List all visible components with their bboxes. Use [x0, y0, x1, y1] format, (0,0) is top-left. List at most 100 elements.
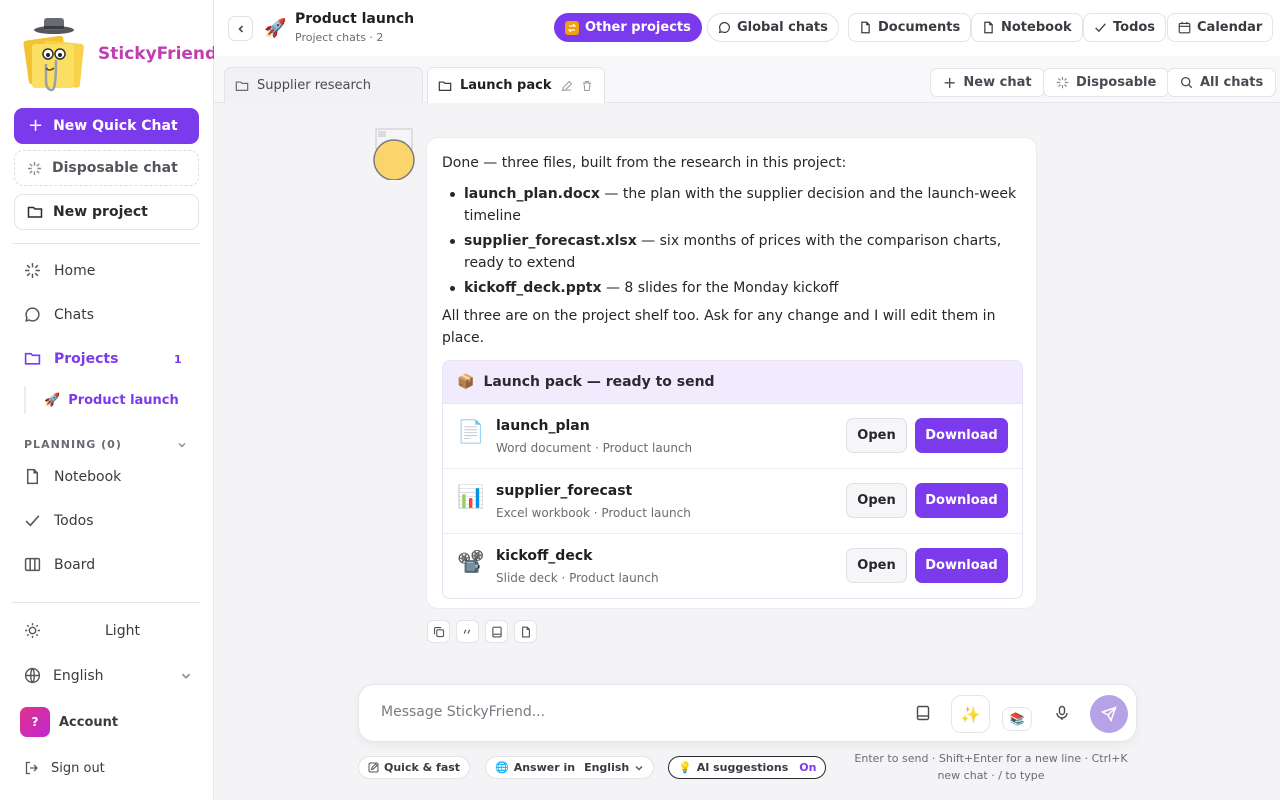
project-child-label: Product launch	[68, 392, 179, 408]
quote-button[interactable]	[456, 620, 479, 643]
document-icon	[982, 21, 995, 34]
documents-button[interactable]: Documents	[848, 13, 972, 42]
edit-icon[interactable]	[561, 80, 573, 92]
assistant-avatar	[373, 128, 415, 180]
file-row-kickoff-deck: 📽️ kickoff_deck Slide deck · Product lau…	[443, 534, 1022, 598]
tab-launch-pack[interactable]: Launch pack	[427, 67, 605, 103]
ai-suggestions-toggle[interactable]: 💡 AI suggestions On	[668, 756, 827, 779]
word-document-icon: 📄	[457, 420, 485, 445]
check-icon	[1094, 21, 1107, 34]
message-outro: All three are on the project shelf too. …	[442, 308, 996, 346]
open-button[interactable]: Open	[846, 483, 907, 518]
quote-icon	[462, 626, 474, 638]
quick-fast-toggle[interactable]: Quick & fast	[358, 756, 471, 779]
sparkle-button[interactable]: ✨	[951, 695, 990, 733]
notebook-icon[interactable]	[915, 705, 931, 721]
new-project-button[interactable]: New project	[14, 194, 199, 230]
calendar-button[interactable]: Calendar	[1167, 13, 1274, 42]
file-filename: kickoff_deck.pptx	[464, 280, 602, 296]
top-bar: 🚀 Product launch Project chats · 2 Other…	[214, 0, 1280, 56]
sidebar: StickyFriend + New Quick Chat Disposable…	[0, 0, 218, 800]
sign-out-button[interactable]: Sign out	[24, 760, 105, 776]
chat-bubble-icon	[718, 21, 731, 34]
brand-name: StickyFriend	[98, 44, 218, 64]
swap-icon	[565, 20, 579, 35]
edit-icon	[368, 762, 379, 773]
folder-icon	[27, 204, 43, 220]
stickyfriend-logo[interactable]	[20, 16, 92, 92]
disposable-chat-button[interactable]: Disposable chat	[14, 150, 199, 186]
todos-button[interactable]: Todos	[1083, 13, 1167, 42]
sidebar-item-label: Home	[54, 262, 96, 279]
disposable-button[interactable]: Disposable	[1043, 68, 1170, 97]
download-button[interactable]: Download	[915, 548, 1008, 583]
message-input[interactable]: Message StickyFriend...	[381, 704, 545, 720]
sidebar-item-todos[interactable]: Todos	[24, 512, 93, 529]
file-meta: Word document · Product launch	[496, 441, 693, 455]
todos-label: Todos	[1113, 20, 1156, 35]
save-document-button[interactable]	[514, 620, 537, 643]
sun-icon	[24, 622, 41, 639]
account-button[interactable]: ? Account	[20, 707, 118, 737]
microphone-icon[interactable]	[1054, 705, 1070, 721]
package-icon: 📦	[457, 374, 475, 390]
answer-language-select[interactable]: 🌐 Answer in English	[485, 756, 655, 779]
tab-label: Supplier research	[257, 78, 371, 93]
theme-toggle[interactable]: Light	[24, 622, 140, 639]
global-chats-button[interactable]: Global chats	[707, 13, 839, 42]
all-chats-button[interactable]: All chats	[1167, 68, 1277, 97]
rocket-icon: 🚀	[44, 392, 61, 408]
download-button[interactable]: Download	[915, 418, 1008, 453]
trash-icon[interactable]	[581, 80, 593, 92]
list-item: kickoff_deck.pptx — 8 slides for the Mon…	[442, 277, 1021, 299]
notebook-icon	[491, 626, 503, 638]
folder-icon	[24, 350, 41, 367]
search-icon	[1180, 76, 1193, 89]
sidebar-item-home[interactable]: Home	[24, 262, 95, 279]
save-to-notebook-button[interactable]	[485, 620, 508, 643]
folder-icon	[235, 79, 249, 93]
open-button[interactable]: Open	[846, 548, 907, 583]
global-chats-label: Global chats	[737, 20, 828, 35]
documents-label: Documents	[878, 20, 961, 35]
language-select[interactable]: English	[24, 667, 192, 684]
sidebar-item-label: Todos	[54, 512, 94, 529]
spreadsheet-icon: 📊	[457, 485, 485, 510]
sidebar-item-chats[interactable]: Chats	[24, 306, 94, 323]
sidebar-item-projects[interactable]: Projects	[24, 350, 118, 367]
folder-icon	[438, 79, 452, 93]
sidebar-divider	[12, 243, 200, 244]
check-icon	[24, 512, 41, 529]
send-button[interactable]	[1090, 695, 1128, 733]
download-button[interactable]: Download	[915, 483, 1008, 518]
new-quick-chat-button[interactable]: + New Quick Chat	[14, 108, 199, 144]
other-projects-label: Other projects	[585, 20, 691, 35]
sidebar-item-board[interactable]: Board	[24, 556, 95, 573]
other-projects-button[interactable]: Other projects	[554, 13, 702, 42]
tab-label: Launch pack	[460, 78, 552, 93]
notebook-button[interactable]: Notebook	[971, 13, 1083, 42]
new-chat-button[interactable]: + New chat	[930, 68, 1045, 97]
sidebar-item-notebook[interactable]: Notebook	[24, 468, 121, 485]
chevron-down-icon[interactable]	[177, 440, 187, 450]
sparkle-icon	[27, 161, 42, 176]
open-button[interactable]: Open	[846, 418, 907, 453]
rocket-icon: 🚀	[264, 18, 287, 39]
plus-icon: +	[943, 73, 957, 92]
document-icon	[520, 626, 532, 638]
copy-button[interactable]	[427, 620, 450, 643]
books-button[interactable]: 📚	[1002, 707, 1032, 731]
launch-pack-title: Launch pack — ready to send	[483, 374, 715, 390]
new-chat-label: New chat	[963, 75, 1032, 90]
ai-suggestions-state: On	[799, 761, 817, 774]
chevron-down-icon	[634, 763, 644, 773]
quick-fast-label: Quick & fast	[384, 761, 461, 774]
sidebar-project-product-launch[interactable]: 🚀 Product launch	[24, 386, 179, 414]
sparkle-icon	[24, 262, 41, 279]
file-filename: launch_plan.docx	[464, 186, 600, 202]
sparkle-icon	[1056, 76, 1069, 89]
document-icon	[859, 21, 872, 34]
back-button[interactable]	[228, 16, 253, 41]
lightbulb-icon: 💡	[678, 761, 692, 774]
tab-supplier-research[interactable]: Supplier research	[224, 67, 423, 103]
